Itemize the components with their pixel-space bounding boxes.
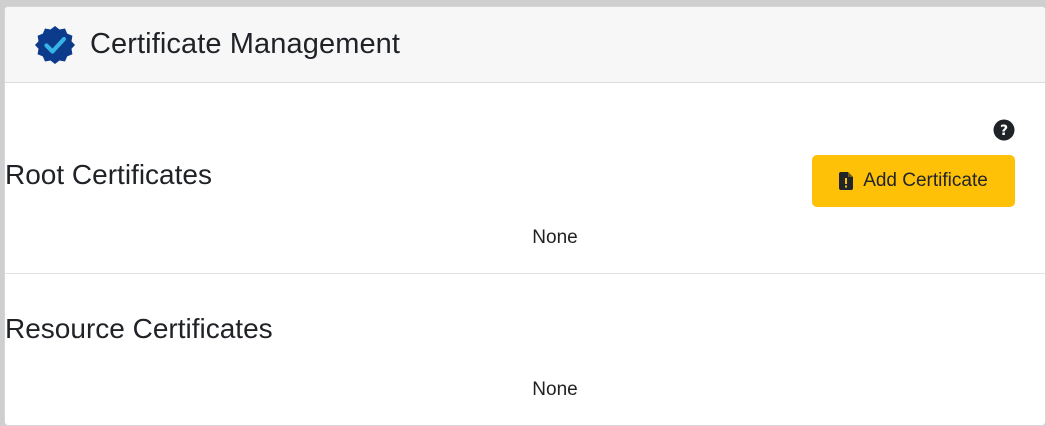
add-certificate-button[interactable]: Add Certificate [812, 155, 1015, 207]
verified-badge-icon [34, 24, 76, 66]
help-symbol: ? [1000, 123, 1008, 139]
section-divider [5, 273, 1045, 274]
resource-certificates-heading: Resource Certificates [5, 313, 273, 344]
resource-certificates-empty: None [532, 379, 578, 400]
certificate-management-card: Certificate Management ? Root Certificat… [4, 6, 1046, 426]
question-circle-icon[interactable]: ? [993, 119, 1015, 141]
add-certificate-label: Add Certificate [863, 170, 988, 191]
card-header: Certificate Management [5, 7, 1045, 83]
root-certificates-empty: None [532, 227, 578, 248]
file-exclamation-icon [839, 172, 854, 190]
root-certificates-heading: Root Certificates [5, 159, 212, 190]
page-title: Certificate Management [90, 28, 401, 60]
